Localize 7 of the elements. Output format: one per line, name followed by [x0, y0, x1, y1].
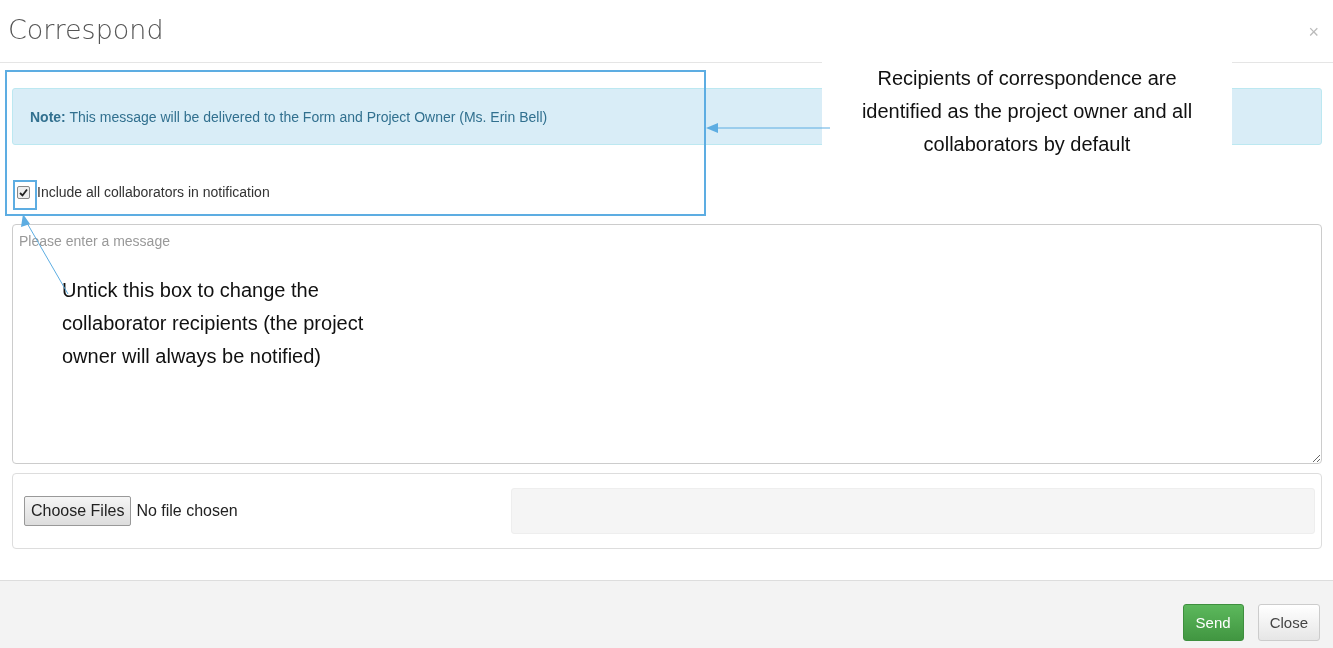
choose-files-button[interactable]: Choose Files [24, 496, 132, 526]
dialog-title: Correspond [8, 14, 164, 45]
checkbox[interactable] [17, 185, 30, 199]
checkbox-label: Include all collaborators in notification [37, 184, 270, 200]
file-status: No file chosen [136, 502, 239, 520]
close-button[interactable]: Close [1257, 604, 1320, 641]
callout-text: Untick this box to change the collaborator recipients (the project owner will always be notified) [62, 278, 365, 369]
